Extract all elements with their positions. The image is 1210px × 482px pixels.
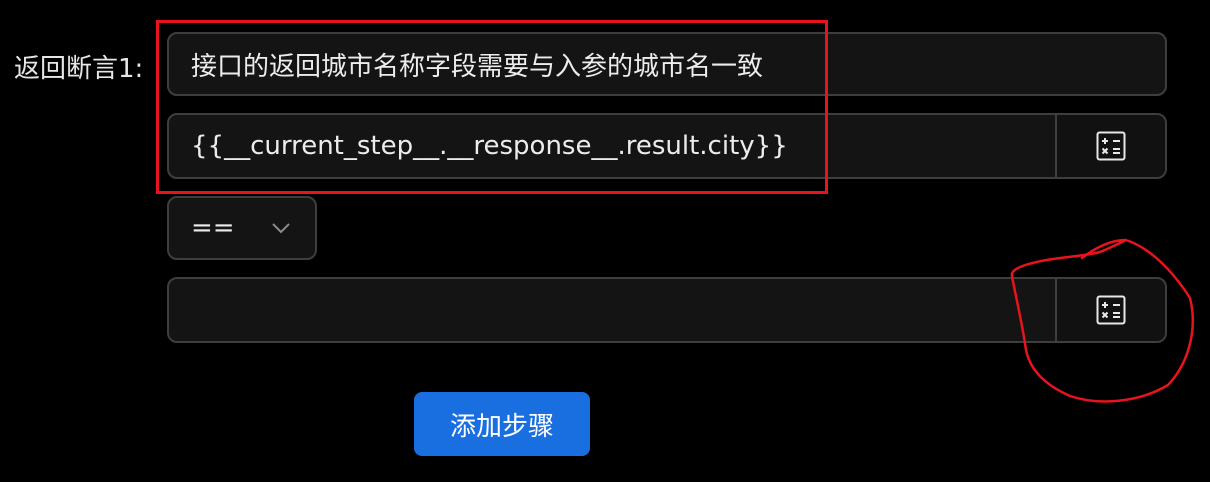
expression-calculator-button[interactable] <box>1057 115 1165 177</box>
calculator-icon <box>1096 295 1126 325</box>
chevron-down-icon <box>272 223 290 234</box>
assertion-expression-group: {{__current_step__.__response__.result.c… <box>167 113 1167 179</box>
expected-value-group <box>167 277 1167 343</box>
assertion-expression-input[interactable]: {{__current_step__.__response__.result.c… <box>169 115 1057 177</box>
expected-calculator-button[interactable] <box>1057 279 1165 341</box>
operator-value: == <box>191 213 235 243</box>
assertion-expression-text: {{__current_step__.__response__.result.c… <box>191 131 788 161</box>
operator-select[interactable]: == <box>167 196 317 260</box>
assertion-label: 返回断言1: <box>14 54 144 84</box>
add-step-button[interactable]: 添加步骤 <box>414 392 590 456</box>
expected-value-input[interactable] <box>169 279 1057 341</box>
assertion-description-text: 接口的返回城市名称字段需要与入参的城市名一致 <box>191 51 764 82</box>
calculator-icon <box>1096 131 1126 161</box>
assertion-description-field[interactable]: 接口的返回城市名称字段需要与入参的城市名一致 <box>167 32 1167 96</box>
